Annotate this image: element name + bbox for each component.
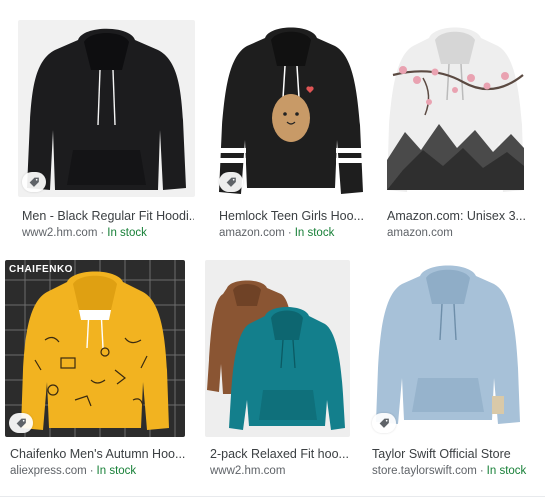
- result-source: amazon.com: [387, 227, 453, 239]
- result-source: amazon.com: [219, 227, 285, 239]
- result-meta: amazon.com: [387, 226, 453, 240]
- stock-status: In stock: [486, 465, 527, 477]
- price-tag-icon: [29, 177, 39, 187]
- result-title[interactable]: Amazon.com: Unisex 3...: [387, 209, 532, 224]
- result-source: store.taylorswift.com: [372, 465, 477, 477]
- result-title[interactable]: 2-pack Relaxed Fit hoo...: [210, 447, 352, 462]
- product-image-blue-hoodie[interactable]: [368, 260, 528, 437]
- shopping-tag-badge: [9, 413, 33, 433]
- price-tag-icon: [226, 177, 236, 187]
- product-image-black-hoodie[interactable]: [18, 20, 195, 197]
- result-title[interactable]: Hemlock Teen Girls Hoo...: [219, 209, 369, 224]
- product-image-cherry-blossom-hoodie[interactable]: [383, 20, 528, 197]
- stock-status: In stock: [96, 465, 137, 477]
- shopping-tag-badge: [22, 172, 46, 192]
- result-meta: www2.hm.com · In stock: [22, 226, 147, 240]
- result-title[interactable]: Chaifenko Men's Autumn Hoo...: [10, 447, 188, 462]
- separator-dot: ·: [89, 465, 94, 477]
- result-source: www2.hm.com: [210, 465, 286, 477]
- separator-dot: ·: [479, 465, 484, 477]
- result-meta: store.taylorswift.com · In stock: [372, 464, 526, 478]
- price-tag-icon: [379, 418, 389, 428]
- result-title[interactable]: Taylor Swift Official Store: [372, 447, 537, 462]
- product-image-potato-hoodie[interactable]: [215, 20, 367, 197]
- result-meta: aliexpress.com · In stock: [10, 464, 136, 478]
- product-image-2-pack-hoodies[interactable]: [205, 260, 350, 437]
- price-tag-icon: [16, 418, 26, 428]
- result-source: aliexpress.com: [10, 465, 87, 477]
- divider: [0, 496, 545, 497]
- separator-dot: ·: [287, 227, 292, 239]
- brand-logo-text: CHAIFENKO: [9, 264, 73, 275]
- stock-status: In stock: [294, 227, 335, 239]
- shopping-tag-badge: [219, 172, 243, 192]
- separator-dot: ·: [100, 227, 105, 239]
- shopping-tag-badge: [372, 413, 396, 433]
- product-image-yellow-hoodie[interactable]: CHAIFENKO: [5, 260, 185, 437]
- result-source: www2.hm.com: [22, 227, 98, 239]
- stock-status: In stock: [107, 227, 147, 239]
- result-title[interactable]: Men - Black Regular Fit Hoodi...: [22, 209, 194, 224]
- result-meta: www2.hm.com: [210, 464, 285, 478]
- result-meta: amazon.com · In stock: [219, 226, 334, 240]
